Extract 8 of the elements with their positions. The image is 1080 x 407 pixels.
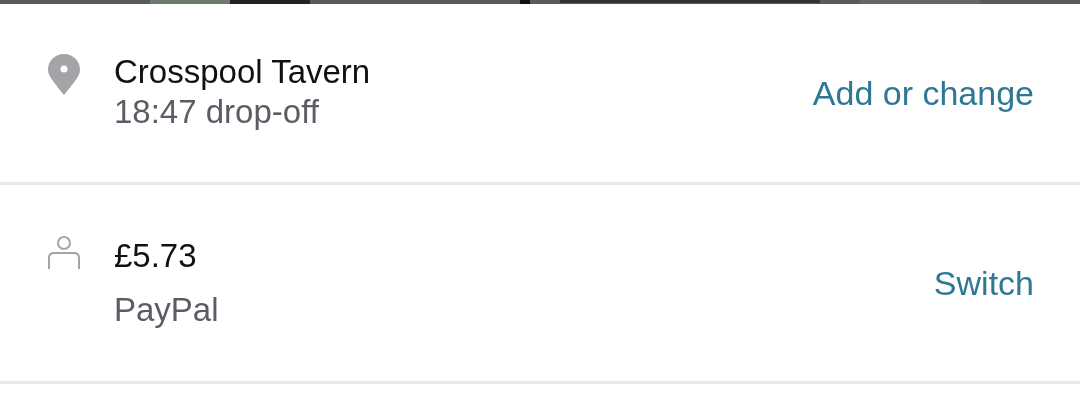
change-link[interactable]: Add or change [812,73,1034,113]
location-pin-icon [48,54,80,96]
person-icon [48,236,80,270]
place-name: Crosspool Tavern [114,51,372,92]
fare-amount: £5.73 [114,236,198,276]
drop-off-time: 18:47 drop-off [114,91,320,132]
switch-link[interactable]: Switch [933,263,1034,303]
payment-method: PayPal [114,290,220,330]
